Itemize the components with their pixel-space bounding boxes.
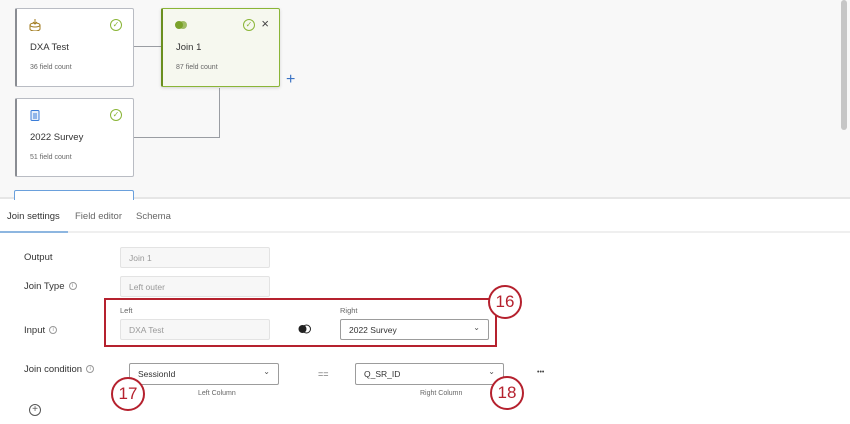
node-partial[interactable]: [14, 190, 134, 200]
close-icon[interactable]: ×: [261, 16, 269, 31]
join-type-field[interactable]: Left outer: [120, 276, 270, 297]
annotation-box: [104, 298, 497, 347]
info-icon[interactable]: i: [68, 282, 77, 291]
join-condition-label: Join condition i: [24, 364, 95, 375]
right-column-caption: Right Column: [420, 390, 463, 397]
input-label: Input i: [24, 325, 58, 336]
connector: [134, 46, 161, 47]
left-column-caption: Left Column: [198, 390, 236, 397]
output-label: Output: [24, 252, 53, 263]
node-field-count: 87 field count: [176, 64, 218, 71]
chevron-down-icon: ⌄: [263, 367, 270, 376]
add-condition-icon[interactable]: +: [29, 404, 41, 416]
info-icon[interactable]: i: [49, 326, 58, 335]
flow-canvas: ✓ DXA Test 36 field count ✓ × Join 1 87 …: [0, 0, 850, 200]
active-tab-indicator: [0, 231, 68, 233]
connector: [134, 137, 220, 138]
survey-icon: [30, 110, 40, 121]
node-field-count: 51 field count: [30, 154, 72, 161]
right-column-value: Q_SR_ID: [364, 369, 401, 379]
connector: [219, 88, 220, 138]
left-column-select[interactable]: SessionId ⌄: [129, 363, 279, 385]
node-join-1[interactable]: ✓ × Join 1 87 field count: [161, 8, 280, 87]
tab-schema[interactable]: Schema: [136, 211, 171, 222]
annotation-18: 18: [490, 376, 524, 410]
tab-join-settings[interactable]: Join settings: [7, 211, 60, 222]
annotation-16: 16: [488, 285, 522, 319]
add-node-button[interactable]: +: [286, 71, 295, 89]
right-column-select[interactable]: Q_SR_ID ⌄: [355, 363, 504, 385]
scrollbar[interactable]: [841, 0, 847, 130]
node-title: 2022 Survey: [30, 132, 84, 143]
node-2022-survey[interactable]: ✓ 2022 Survey 51 field count: [15, 98, 134, 177]
join-icon: [175, 21, 187, 29]
dataset-icon: [29, 19, 41, 31]
check-icon: ✓: [243, 19, 255, 31]
operator: ==: [318, 369, 329, 379]
check-icon: ✓: [110, 19, 122, 31]
tab-field-editor[interactable]: Field editor: [75, 211, 122, 222]
check-icon: ✓: [110, 109, 122, 121]
node-dxa-test[interactable]: ✓ DXA Test 36 field count: [15, 8, 134, 87]
join-type-text: Join Type: [24, 281, 65, 292]
annotation-17: 17: [111, 377, 145, 411]
node-field-count: 36 field count: [30, 64, 72, 71]
info-icon[interactable]: i: [86, 365, 95, 374]
node-title: DXA Test: [30, 42, 69, 53]
join-type-label: Join Type i: [24, 281, 77, 292]
tab-bar: Join settings Field editor Schema: [0, 201, 850, 233]
left-column-value: SessionId: [138, 369, 176, 379]
node-title: Join 1: [176, 42, 202, 53]
join-condition-text: Join condition: [24, 364, 83, 375]
more-options-icon[interactable]: •••: [537, 369, 544, 376]
input-text: Input: [24, 325, 46, 336]
output-field[interactable]: Join 1: [120, 247, 270, 268]
chevron-down-icon: ⌄: [488, 367, 495, 376]
